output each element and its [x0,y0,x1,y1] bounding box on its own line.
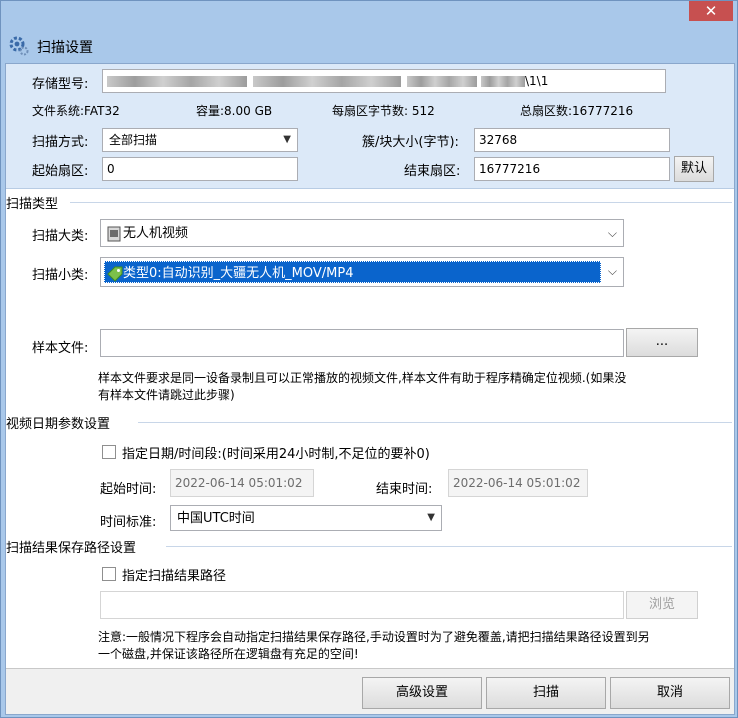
close-button[interactable]: ✕ [689,1,733,21]
result-path-title: 扫描结果保存路径设置 [6,537,141,556]
start-time-field[interactable]: 2022-06-14 05:01:02 [170,469,314,497]
fs-value: FAT32 [84,104,120,118]
result-path-checkbox-label[interactable]: 指定扫描结果路径 [122,565,226,584]
chevron-down-icon: ⌵ [607,264,617,278]
sample-browse-button[interactable]: ... [626,328,698,357]
total-sectors-value: 16777216 [572,104,634,118]
bytes-per-sector-label: 每扇区字节数: 512 [332,104,435,118]
sample-file-note: 样本文件要求是同一设备录制且可以正常播放的视频文件,样本文件有助于程序精确定位视… [98,371,627,402]
gear-icon [9,36,29,56]
redacted-text [481,76,525,87]
redacted-text [107,76,247,87]
subcategory-select[interactable]: 类型0:自动识别_大疆无人机_MOV/MP4 ⌵ [100,257,624,287]
redacted-text [407,76,477,87]
end-sector-field[interactable]: 16777216 [474,157,670,181]
scan-button[interactable]: 扫描 [486,677,606,709]
dialog-header: 扫描设置 [3,29,737,63]
model-field[interactable]: \1\1 [102,69,666,93]
result-path-browse-button[interactable]: 浏览 [626,591,698,619]
category-label: 扫描大类: [32,229,89,244]
section-divider [70,202,732,203]
start-time-label: 起始时间: [100,482,157,497]
category-select[interactable]: 无人机视频 ⌵ [100,219,624,247]
model-label: 存储型号: [32,77,89,92]
default-button[interactable]: 默认 [674,156,714,182]
scan-mode-value: 全部扫描 [109,133,158,147]
advanced-settings-button[interactable]: 高级设置 [362,677,482,709]
button-bar: 高级设置 扫描 取消 [6,668,734,714]
end-sector-label: 结束扇区: [404,164,461,179]
start-sector-label: 起始扇区: [32,164,89,179]
model-suffix: \1\1 [525,74,549,88]
dialog-window: ✕ 扫描设置 存储型号: \1\1 文件系统:FAT32 容量:8.00 GB … [0,0,738,718]
sample-file-label: 样本文件: [32,341,89,356]
result-path-checkbox[interactable] [102,567,116,581]
end-time-label: 结束时间: [376,482,433,497]
date-range-checkbox[interactable] [102,445,116,459]
category-value: 无人机视频 [123,226,189,241]
title-bar: ✕ [1,1,738,29]
bytes-per-sector-value: 512 [411,104,435,118]
dialog-body: 存储型号: \1\1 文件系统:FAT32 容量:8.00 GB 每扇区字节数:… [5,63,735,715]
section-divider [166,546,732,547]
timezone-select[interactable]: 中国UTC时间 ▼ [170,505,442,531]
dialog-title: 扫描设置 [37,40,93,56]
cluster-size-label: 簇/块大小(字节): [362,135,459,150]
cluster-size-field[interactable]: 32768 [474,128,670,152]
scan-mode-label: 扫描方式: [32,135,89,150]
subcategory-value: 类型0:自动识别_大疆无人机_MOV/MP4 [123,266,354,281]
timezone-label: 时间标准: [100,515,157,530]
sample-file-field[interactable] [100,329,624,357]
scan-mode-select[interactable]: 全部扫描 ▼ [102,128,298,152]
cancel-button[interactable]: 取消 [610,677,730,709]
storage-info-panel: 存储型号: \1\1 文件系统:FAT32 容量:8.00 GB 每扇区字节数:… [6,64,734,189]
capacity-label: 容量:8.00 GB [196,104,273,118]
subcategory-selection: 类型0:自动识别_大疆无人机_MOV/MP4 [104,261,601,283]
result-path-field[interactable] [100,591,624,619]
scan-type-title: 扫描类型 [6,193,63,212]
subcategory-label: 扫描小类: [32,268,89,283]
date-range-checkbox-label[interactable]: 指定日期/时间段:(时间采用24小时制,不足位的要补0) [122,443,430,462]
timezone-value: 中国UTC时间 [177,511,255,526]
section-divider [138,422,732,423]
capacity-value: 8.00 GB [224,104,273,118]
dropdown-arrow-icon: ▼ [283,134,291,145]
fs-label: 文件系统:FAT32 [32,104,120,118]
video-date-title: 视频日期参数设置 [6,413,115,432]
dropdown-arrow-icon: ▼ [427,512,435,523]
chevron-down-icon: ⌵ [607,226,617,240]
tag-icon [107,266,123,282]
redacted-text [253,76,401,87]
end-time-field[interactable]: 2022-06-14 05:01:02 [448,469,588,497]
total-sectors-label: 总扇区数:16777216 [520,104,634,118]
result-path-note: 注意:一般情况下程序会自动指定扫描结果保存路径,手动设置时为了避免覆盖,请把扫描… [98,630,650,661]
start-sector-field[interactable]: 0 [102,157,298,181]
video-file-icon [107,226,121,241]
